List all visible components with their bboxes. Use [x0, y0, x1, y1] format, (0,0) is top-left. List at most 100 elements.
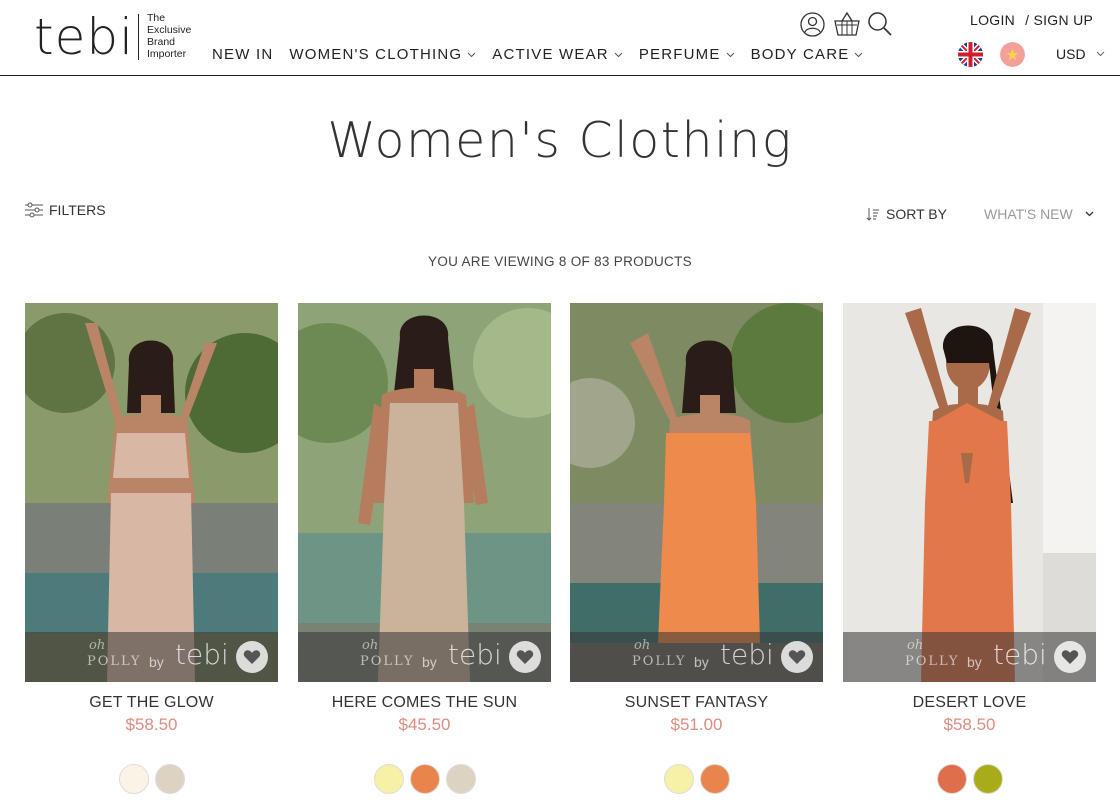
logo-divider	[138, 14, 139, 60]
color-swatch[interactable]	[699, 764, 730, 794]
tagline-line: Brand	[147, 36, 176, 48]
chevron-down-icon	[614, 52, 623, 57]
results-count: YOU ARE VIEWING 8 OF 83 PRODUCTS	[428, 254, 692, 269]
product-price: $58.50	[943, 715, 996, 734]
dress-top	[113, 433, 189, 478]
color-swatch[interactable]	[373, 764, 404, 794]
sort-by-label: SORT BY	[866, 206, 947, 222]
filters-label: FILTERS	[49, 202, 106, 218]
color-swatch[interactable]	[936, 764, 967, 794]
wishlist-button[interactable]	[509, 641, 541, 673]
brand-oh-text: oh	[362, 638, 379, 653]
chevron-down-icon	[855, 52, 863, 57]
brand-tebi-text: tebi	[175, 638, 229, 671]
logo-tagline: The Exclusive Brand Importer	[147, 12, 191, 60]
brand-polly-text: POLLY	[905, 654, 960, 669]
product-image[interactable]: oh POLLY by tebi	[25, 303, 278, 682]
currency-select[interactable]: USD	[1056, 46, 1105, 62]
page-title: Women's Clothing	[327, 112, 793, 169]
color-swatch[interactable]	[663, 764, 694, 794]
brand-overlay: oh POLLY by tebi	[570, 632, 823, 682]
brand-tebi-text: tebi	[720, 638, 774, 671]
brand-tebi-text: tebi	[448, 638, 502, 671]
login-link[interactable]: LOGIN	[970, 12, 1015, 28]
nav-item-label: ACTIVE WEAR	[492, 46, 609, 63]
wishlist-button[interactable]	[781, 641, 813, 673]
color-swatches	[570, 764, 823, 794]
wishlist-button[interactable]	[1054, 641, 1086, 673]
product-name[interactable]: GET THE GLOW	[25, 694, 278, 712]
brand-polly-text: POLLY	[87, 654, 142, 669]
nav-item-active-wear[interactable]: ACTIVE WEAR	[492, 46, 623, 63]
heart-icon	[516, 650, 534, 664]
sort-select[interactable]: WHAT'S NEW	[984, 206, 1094, 222]
site-header: tebi The Exclusive Brand Importer NEW IN…	[0, 0, 1120, 76]
sort-by-text: SORT BY	[886, 206, 947, 222]
product-name[interactable]: HERE COMES THE SUN	[298, 694, 551, 712]
brand-by-text: by	[694, 654, 709, 670]
tagline-line: The	[147, 12, 166, 24]
product-photo-scene	[843, 303, 1096, 682]
product-name[interactable]: SUNSET FANTASY	[570, 694, 823, 712]
color-swatch[interactable]	[154, 764, 185, 794]
product-photo-scene	[298, 303, 551, 682]
product-price: $51.00	[670, 715, 723, 734]
color-swatches	[25, 764, 278, 794]
product-card: oh POLLY by tebi SUNSET FANTASY $51.00	[570, 303, 823, 794]
product-name[interactable]: DESERT LOVE	[843, 694, 1096, 712]
nav-item-label: WOMEN'S CLOTHING	[289, 46, 463, 63]
color-swatch[interactable]	[409, 764, 440, 794]
nav-item-label: NEW IN	[212, 46, 274, 63]
tagline-line: Importer	[147, 48, 187, 60]
product-image[interactable]: oh POLLY by tebi	[843, 303, 1096, 682]
heart-icon	[1061, 650, 1079, 664]
nav-item-womens-clothing[interactable]: WOMEN'S CLOTHING	[289, 46, 476, 63]
user-icon[interactable]	[800, 12, 825, 37]
currency-value: USD	[1056, 46, 1086, 62]
color-swatches	[843, 764, 1096, 794]
brand-polly-text: POLLY	[632, 654, 687, 669]
vietnam-flag-icon[interactable]	[1000, 42, 1025, 67]
filter-sliders-icon	[25, 202, 43, 218]
auth-links: LOGIN / SIGN UP	[970, 12, 1093, 28]
product-photo-scene	[570, 303, 823, 682]
basket-icon[interactable]	[833, 11, 861, 37]
nav-item-new-in[interactable]: NEW IN	[212, 46, 273, 63]
brand-oh-text: oh	[634, 638, 651, 653]
nav-item-body-care[interactable]: BODY CARE	[751, 46, 864, 63]
product-image[interactable]: oh POLLY by tebi	[298, 303, 551, 682]
wishlist-button[interactable]	[236, 641, 268, 673]
sort-select-value: WHAT'S NEW	[984, 206, 1073, 222]
product-price: $58.50	[125, 715, 178, 734]
tagline-line: Exclusive	[147, 24, 192, 36]
brand-tebi-text: tebi	[993, 638, 1047, 671]
heart-icon	[243, 650, 261, 664]
filters-button[interactable]: FILTERS	[25, 202, 106, 218]
brand-oh-text: oh	[907, 638, 924, 653]
chevron-down-icon	[1096, 51, 1104, 57]
product-image[interactable]: oh POLLY by tebi	[570, 303, 823, 682]
product-card: oh POLLY by tebi DESERT LOVE $58.50	[843, 303, 1096, 794]
nav-item-label: PERFUME	[638, 46, 721, 63]
uk-flag-icon[interactable]	[958, 42, 983, 67]
brand-by-text: by	[967, 654, 982, 670]
brand-overlay: oh POLLY by tebi	[843, 632, 1096, 682]
main-nav: NEW IN WOMEN'S CLOTHING ACTIVE WEAR PERF…	[212, 46, 863, 63]
signup-link[interactable]: / SIGN UP	[1025, 12, 1093, 28]
chevron-down-icon	[467, 52, 476, 57]
sort-icon	[866, 208, 879, 221]
color-swatch[interactable]	[445, 764, 476, 794]
brand-overlay: oh POLLY by tebi	[298, 632, 551, 682]
brand-by-text: by	[422, 654, 437, 670]
color-swatch[interactable]	[118, 764, 149, 794]
heart-icon	[788, 650, 806, 664]
brand-by-text: by	[149, 654, 164, 670]
product-photo-scene	[25, 303, 278, 682]
brand-polly-text: POLLY	[360, 654, 415, 669]
search-icon[interactable]	[867, 11, 893, 37]
color-swatches	[298, 764, 551, 794]
site-logo[interactable]: tebi	[34, 12, 134, 62]
nav-item-perfume[interactable]: PERFUME	[639, 46, 735, 63]
product-card: oh POLLY by tebi HERE COMES THE SUN $45.…	[298, 303, 551, 794]
color-swatch[interactable]	[972, 764, 1003, 794]
